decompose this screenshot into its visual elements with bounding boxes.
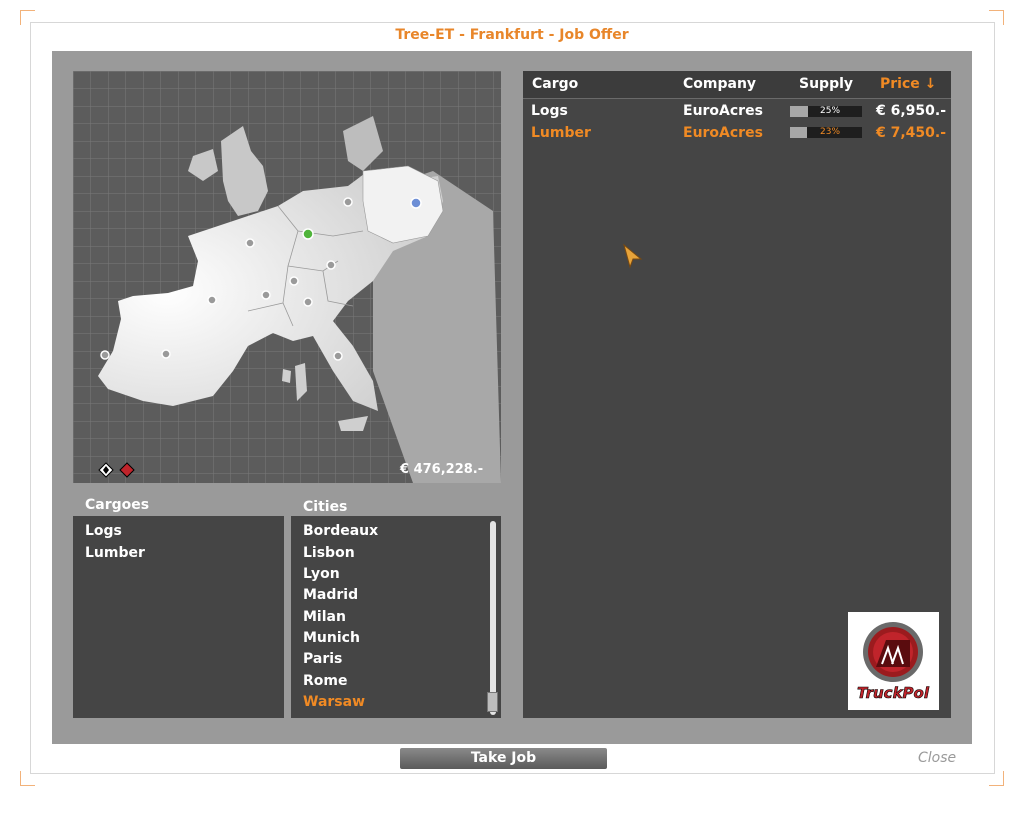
city-item-selected[interactable]: Warsaw [303, 694, 365, 710]
city-item[interactable]: Madrid [303, 587, 358, 603]
row-price: € 6,950.- [876, 103, 947, 119]
header-supply[interactable]: Supply [799, 76, 853, 92]
city-item[interactable]: Munich [303, 630, 360, 646]
supply-bar-fill [790, 106, 808, 117]
city-item[interactable]: Lisbon [303, 545, 355, 561]
map-graphic [73, 71, 501, 483]
cargo-item-logs[interactable]: Logs [85, 523, 122, 539]
svg-text:TruckPol: TruckPol [857, 684, 930, 702]
corner-mark [20, 771, 35, 786]
supply-bar-fill [790, 127, 807, 138]
europe-map[interactable] [73, 71, 501, 483]
supply-percent: 25% [820, 106, 841, 116]
corner-mark [20, 10, 35, 25]
city-item[interactable]: Rome [303, 673, 347, 689]
corner-mark [989, 771, 1004, 786]
window-title: Tree-ET - Frankfurt - Job Offer [395, 27, 629, 43]
header-cargo[interactable]: Cargo [532, 76, 578, 92]
city-item[interactable]: Bordeaux [303, 523, 378, 539]
row-price: € 7,450.- [876, 125, 947, 141]
header-price[interactable]: Price ↓ [880, 76, 936, 92]
corner-mark [989, 10, 1004, 25]
balance-text: € 476,228.- [400, 462, 484, 477]
supply-bar: 25% [790, 106, 862, 117]
truckpol-logo: TruckPol [848, 612, 939, 710]
row-company: EuroAcres [683, 103, 763, 119]
cursor-icon [623, 243, 643, 269]
row-company: EuroAcres [683, 125, 763, 141]
city-item[interactable]: Paris [303, 651, 342, 667]
cities-scrollbar[interactable] [490, 521, 496, 715]
cargo-item-lumber[interactable]: Lumber [85, 545, 145, 561]
row-cargo: Logs [531, 103, 568, 119]
cities-label: Cities [303, 499, 348, 515]
supply-bar: 23% [790, 127, 862, 138]
cargoes-label: Cargoes [85, 497, 150, 513]
city-item[interactable]: Lyon [303, 566, 340, 582]
scrollbar-grip[interactable] [487, 692, 498, 712]
truckpol-logo-graphic: TruckPol [857, 622, 930, 702]
supply-percent: 23% [820, 127, 841, 137]
header-company[interactable]: Company [683, 76, 756, 92]
close-button[interactable]: Close [918, 750, 956, 766]
city-item[interactable]: Milan [303, 609, 346, 625]
row-cargo: Lumber [531, 125, 591, 141]
take-job-button[interactable]: Take Job [400, 748, 607, 769]
